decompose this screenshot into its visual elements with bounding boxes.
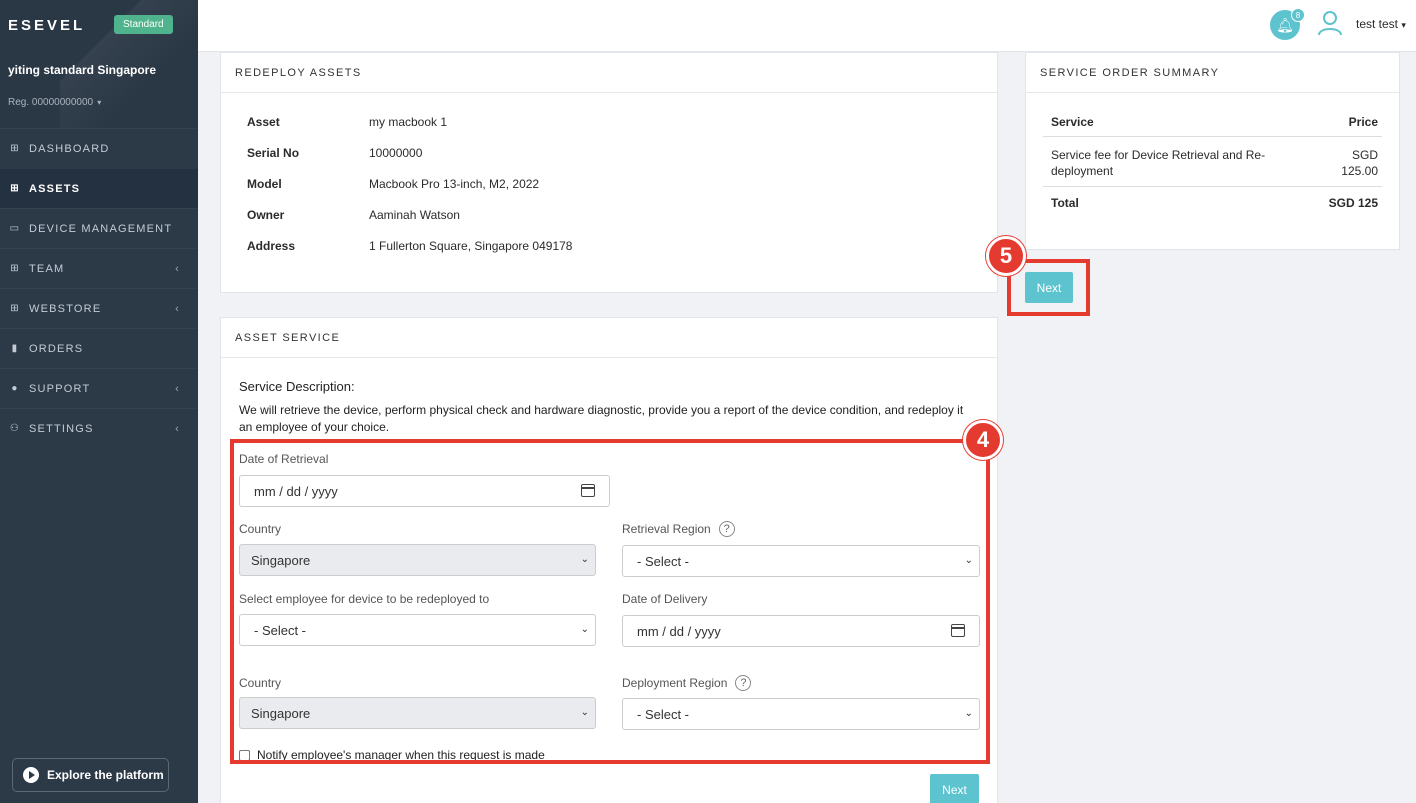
next-button-bottom[interactable]: Next: [930, 774, 979, 803]
chevron-left-icon: ‹: [175, 302, 180, 315]
org-switcher[interactable]: Reg. 00000000000 ▾: [8, 97, 101, 108]
table-row: Service fee for Device Retrieval and Re-…: [1043, 137, 1382, 187]
total-label: Total: [1051, 196, 1079, 210]
bell-icon: 🔔︎: [1276, 16, 1294, 33]
sidebar-item-label: DEVICE MANAGEMENT: [29, 222, 173, 235]
sidebar-item-team[interactable]: ⊞ TEAM ‹: [0, 248, 198, 288]
sidebar-item-settings[interactable]: ⚇ SETTINGS ‹: [0, 408, 198, 448]
grid-icon: ⊞: [10, 183, 20, 194]
info-value: Aaminah Watson: [369, 208, 460, 222]
info-value: my macbook 1: [369, 115, 448, 129]
grid-icon: ⊞: [10, 303, 20, 314]
info-icon: ●: [11, 383, 19, 394]
user-avatar-icon[interactable]: [1318, 10, 1342, 36]
service-name-line1: Service fee for Device Retrieval and Re-: [1051, 148, 1266, 162]
info-label: Serial No: [247, 146, 300, 160]
org-name: yiting standard Singapore: [8, 63, 157, 77]
sidebar-item-label: DASHBOARD: [29, 142, 110, 155]
topbar: [198, 0, 1416, 52]
service-price: SGD 125.00: [1341, 147, 1378, 179]
info-label: Owner: [247, 208, 285, 222]
info-value: 1 Fullerton Square, Singapore 049178: [369, 239, 573, 253]
column-header-service: Service: [1051, 115, 1094, 129]
info-value: Macbook Pro 13-inch, M2, 2022: [369, 177, 540, 191]
service-order-summary-panel: SERVICE ORDER SUMMARY Service Price Serv…: [1025, 52, 1400, 250]
brand-logo[interactable]: ESEVEL: [8, 17, 85, 34]
info-label: Address: [247, 239, 296, 253]
sidebar-item-assets[interactable]: ⊞ ASSETS: [0, 168, 198, 208]
explore-platform-button[interactable]: Explore the platform: [12, 758, 169, 792]
annotation-badge-step-4: 4: [963, 420, 1003, 460]
sidebar-item-webstore[interactable]: ⊞ WEBSTORE ‹: [0, 288, 198, 328]
sidebar-item-label: SETTINGS: [29, 422, 94, 435]
document-icon: ▮: [11, 343, 19, 354]
sidebar-item-label: WEBSTORE: [29, 302, 102, 315]
chevron-left-icon: ‹: [175, 262, 180, 275]
grid-icon: ⊞: [10, 143, 20, 154]
chevron-left-icon: ‹: [175, 382, 180, 395]
sidebar-item-orders[interactable]: ▮ ORDERS: [0, 328, 198, 368]
sidebar-item-dashboard[interactable]: ⊞ DASHBOARD: [0, 128, 198, 168]
caret-down-icon: ▾: [1401, 20, 1406, 30]
sidebar-item-device-management[interactable]: ▭ DEVICE MANAGEMENT: [0, 208, 198, 248]
plan-badge: Standard: [114, 15, 173, 34]
info-label: Model: [247, 177, 282, 191]
service-description-title: Service Description:: [239, 379, 355, 394]
total-value: SGD 125: [1328, 196, 1378, 210]
grid-icon: ⊞: [10, 263, 20, 274]
laptop-icon: ▭: [9, 223, 21, 234]
service-name: Service fee for Device Retrieval and Re-…: [1051, 147, 1265, 179]
sidebar-item-label: ASSETS: [29, 182, 81, 195]
panel-title: SERVICE ORDER SUMMARY: [1026, 53, 1399, 93]
annotation-box-step-4: [230, 439, 990, 764]
sidebar-item-label: SUPPORT: [29, 382, 91, 395]
service-description-text: We will retrieve the device, perform phy…: [239, 403, 964, 434]
org-reg-number: Reg. 00000000000: [8, 97, 94, 108]
service-price-currency: SGD: [1351, 148, 1378, 162]
explore-label: Explore the platform: [47, 768, 164, 782]
sidebar-item-support[interactable]: ● SUPPORT ‹: [0, 368, 198, 408]
user-menu[interactable]: test test ▾: [1356, 17, 1406, 31]
notification-count-badge: 8: [1291, 8, 1305, 22]
user-name: test test: [1356, 17, 1399, 31]
table-row-total: Total SGD 125: [1043, 187, 1382, 217]
sidebar-item-label: TEAM: [29, 262, 65, 275]
chevron-left-icon: ‹: [175, 422, 180, 435]
service-name-line2: deployment: [1051, 164, 1114, 178]
summary-table-header: Service Price: [1043, 111, 1382, 137]
panel-title: REDEPLOY ASSETS: [221, 53, 997, 93]
info-value: 10000000: [369, 146, 423, 160]
users-icon: ⚇: [9, 423, 21, 434]
column-header-price: Price: [1348, 115, 1378, 129]
panel-title: ASSET SERVICE: [221, 318, 997, 358]
caret-down-icon: ▾: [95, 98, 102, 107]
play-icon: [23, 767, 39, 783]
sidebar: ESEVEL Standard yiting standard Singapor…: [0, 0, 198, 803]
redeploy-assets-panel: REDEPLOY ASSETS Asset my macbook 1 Seria…: [220, 52, 998, 293]
service-price-amount: 125.00: [1341, 164, 1378, 178]
sidebar-item-label: ORDERS: [29, 342, 84, 355]
annotation-badge-step-5: 5: [986, 236, 1026, 276]
info-label: Asset: [247, 115, 280, 129]
